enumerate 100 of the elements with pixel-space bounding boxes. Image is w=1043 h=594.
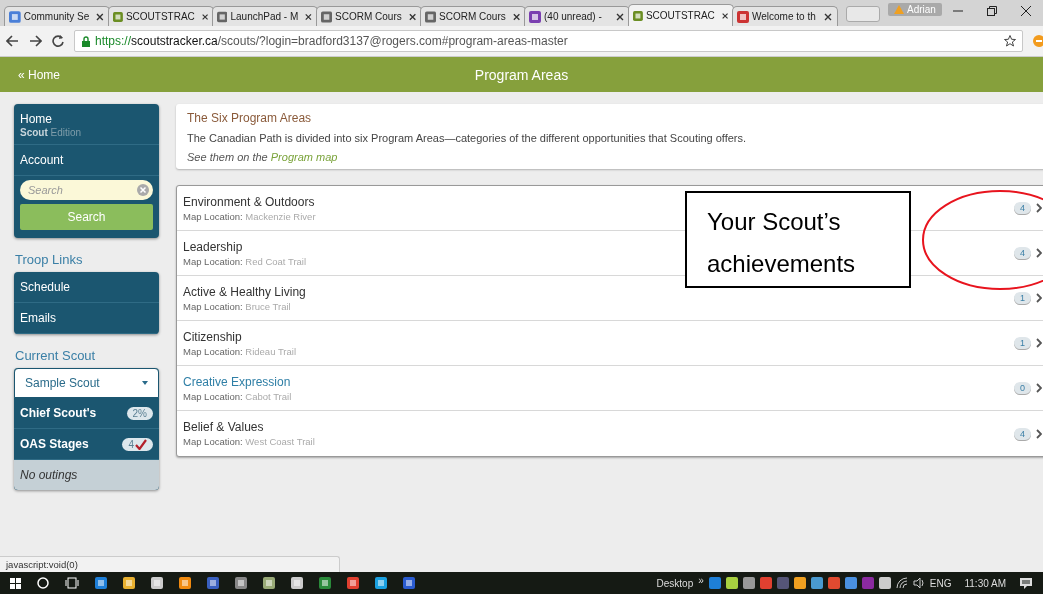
progress-badge: 4: [122, 437, 153, 451]
overflow-button[interactable]: »: [698, 575, 704, 586]
program-area-link[interactable]: Leadership: [183, 239, 243, 254]
program-area-link[interactable]: Active & Healthy Living: [183, 284, 306, 299]
check-icon: [135, 438, 147, 450]
map-location: Map Location: Rideau Trail: [183, 345, 297, 357]
speaker-icon[interactable]: [912, 577, 925, 589]
back-icon[interactable]: [6, 35, 19, 47]
count-badge: 4: [1014, 427, 1031, 440]
browser-tab[interactable]: Welcome to th: [732, 6, 838, 26]
map-location: Map Location: Mackenzie River: [183, 210, 316, 222]
sidebar-link[interactable]: Chief Scout's: [20, 406, 97, 420]
app-icon[interactable]: [235, 577, 247, 589]
lock-icon: [81, 35, 91, 47]
close-icon[interactable]: [1021, 6, 1031, 16]
star-icon[interactable]: [1004, 35, 1016, 47]
page-title: Program Areas: [474, 66, 569, 83]
close-icon[interactable]: [823, 11, 833, 22]
count-badge: 1: [1014, 292, 1031, 304]
favicon-icon: [217, 10, 228, 23]
tray-icon[interactable]: [725, 577, 738, 589]
map-location: Map Location: Red Coat Trail: [183, 255, 307, 267]
caret-icon: [142, 381, 148, 385]
favicon-icon: [9, 10, 21, 23]
app-icon[interactable]: [403, 577, 415, 589]
tray-icon[interactable]: [810, 577, 823, 589]
outings-note: No outings: [14, 460, 159, 490]
count-badge: 4: [1014, 202, 1031, 214]
program-area-link[interactable]: Citizenship: [183, 329, 242, 344]
program-area-link[interactable]: Environment & Outdoors: [183, 194, 315, 209]
chevron-right-icon[interactable]: [1036, 293, 1042, 303]
status-bar-url: javascript:void(0): [0, 556, 340, 572]
restore-icon[interactable]: [987, 6, 997, 16]
app-icon[interactable]: [319, 577, 331, 589]
sidebar-link[interactable]: Schedule: [14, 272, 159, 303]
map-location: Map Location: Cabot Trail: [183, 390, 292, 402]
app-icon[interactable]: [95, 577, 107, 589]
program-area-link[interactable]: Belief & Values: [183, 420, 264, 434]
notifications-icon[interactable]: [1019, 576, 1033, 590]
program-area-link[interactable]: Creative Expression: [183, 374, 291, 389]
browser-tab[interactable]: SCOUTSTRAC: [108, 6, 214, 26]
map-location: Map Location: West Coast Trail: [183, 436, 315, 447]
browser-tab[interactable]: (40 unread) -: [524, 6, 630, 26]
windows-icon[interactable]: [10, 577, 21, 589]
close-icon[interactable]: [511, 11, 521, 22]
language-indicator[interactable]: ENG: [929, 577, 952, 589]
count-badge: 1: [1014, 337, 1031, 349]
tray-icon[interactable]: [793, 577, 806, 589]
reload-icon[interactable]: [52, 35, 64, 47]
browser-tab[interactable]: LaunchPad - M: [212, 6, 318, 26]
forward-icon[interactable]: [29, 35, 42, 47]
chevron-right-icon[interactable]: [1036, 338, 1042, 348]
app-icon[interactable]: [347, 577, 359, 589]
wifi-icon[interactable]: [895, 577, 908, 589]
close-icon[interactable]: [95, 11, 105, 22]
warning-icon: [894, 5, 904, 14]
map-note: See them on the Program map: [187, 151, 339, 163]
clock[interactable]: 11:30 AM: [964, 577, 1006, 589]
home-label[interactable]: Home: [20, 112, 52, 126]
sidebar-link[interactable]: Emails: [14, 303, 159, 334]
account-menu-item[interactable]: Account: [14, 145, 159, 176]
task-view-icon[interactable]: [65, 577, 79, 589]
chevron-right-icon[interactable]: [1036, 428, 1042, 439]
favicon-icon: [425, 10, 437, 23]
close-icon[interactable]: [720, 10, 729, 21]
chevron-right-icon[interactable]: [1036, 203, 1042, 213]
close-icon[interactable]: [200, 11, 209, 22]
annotation-callout: Your Scout’s achievements: [685, 191, 911, 288]
app-icon[interactable]: [263, 577, 275, 589]
scout-dropdown[interactable]: Sample Scout: [14, 368, 159, 398]
app-icon[interactable]: [207, 577, 219, 589]
search-field[interactable]: Search: [20, 180, 153, 200]
intro-text: The Canadian Path is divided into six Program Areas—categories of the different opportunities that Scouting offers.: [187, 132, 748, 144]
chevron-right-icon[interactable]: [1036, 383, 1042, 393]
progress-badge: 2%: [126, 406, 153, 420]
tray-icon[interactable]: [878, 577, 891, 589]
count-badge: 0: [1014, 382, 1031, 394]
edition-label: Scout Edition: [20, 127, 83, 138]
browser-tab[interactable]: SCORM Cours: [316, 6, 422, 26]
tray-icon[interactable]: [844, 577, 857, 589]
app-icon[interactable]: [291, 577, 303, 589]
close-icon[interactable]: [407, 11, 417, 22]
close-icon[interactable]: [304, 11, 313, 22]
tray-icon[interactable]: [742, 577, 755, 589]
favicon-icon: [529, 10, 541, 23]
desktop-toolbar-label[interactable]: Desktop: [656, 577, 694, 589]
app-icon[interactable]: [179, 577, 191, 589]
count-badge: 4: [1014, 247, 1031, 259]
close-icon[interactable]: [615, 11, 625, 22]
app-icon[interactable]: [123, 577, 135, 589]
favicon-icon: [737, 10, 749, 23]
sidebar-link[interactable]: OAS Stages: [20, 437, 89, 451]
app-icon[interactable]: [375, 577, 387, 589]
favicon-icon: [113, 10, 123, 23]
browser-tab[interactable]: SCOUTSTRAC: [628, 4, 734, 26]
chevron-right-icon[interactable]: [1036, 248, 1042, 258]
browser-tab[interactable]: Community Se: [4, 6, 110, 26]
app-icon[interactable]: [151, 577, 163, 589]
address-field[interactable]: https://scoutstracker.ca/scouts/?login=bradford3137@rogers.com#program-areas-master: [74, 30, 1023, 52]
browser-tab[interactable]: SCORM Cours: [420, 6, 526, 26]
